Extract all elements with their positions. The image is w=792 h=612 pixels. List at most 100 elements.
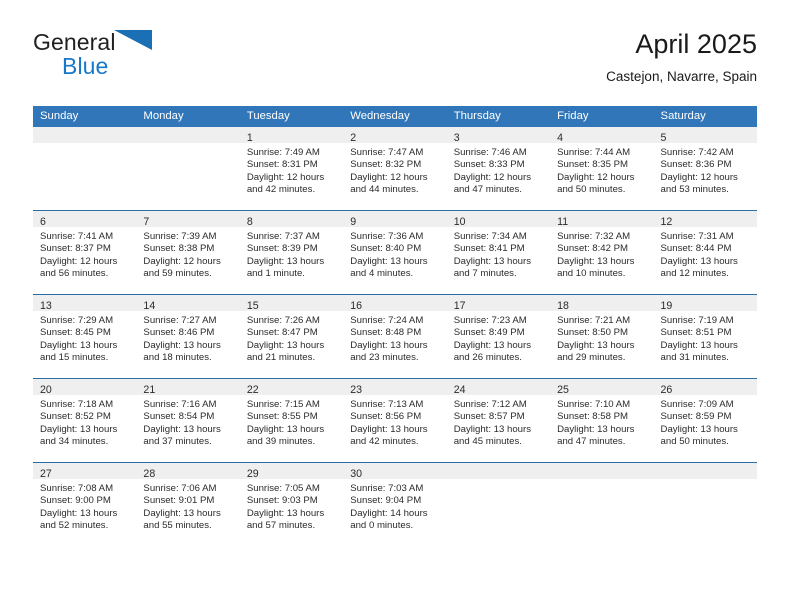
day-cell-inner: 12 Sunrise: 7:31 AM Sunset: 8:44 PM Dayligh… xyxy=(653,211,757,294)
sunset-text: Sunset: 8:59 PM xyxy=(660,411,732,423)
day-cell-inner xyxy=(653,463,757,546)
day-cell-details: Sunrise: 7:16 AM Sunset: 8:54 PM Daylight:… xyxy=(136,395,239,449)
sunrise-text: Sunrise: 7:13 AM xyxy=(350,399,424,410)
daylight-text-line2: and 59 minutes. xyxy=(143,268,212,280)
day-number-band: 12 xyxy=(653,211,757,228)
day-cell-details: Sunrise: 7:08 AM Sunset: 9:00 PM Daylight:… xyxy=(33,479,136,533)
day-number-band: 2 xyxy=(343,127,447,144)
calendar-day-cell[interactable]: 12 Sunrise: 7:31 AM Sunset: 8:44 PM Dayligh… xyxy=(653,210,757,295)
daylight-text-line2: and 4 minutes. xyxy=(350,268,414,280)
sunset-text: Sunset: 8:32 PM xyxy=(350,159,422,171)
day-cell-details: Sunrise: 7:10 AM Sunset: 8:58 PM Daylight:… xyxy=(550,395,653,449)
day-cell-inner: 3 Sunrise: 7:46 AM Sunset: 8:33 PM Daylight… xyxy=(446,127,551,210)
calendar-day-cell[interactable]: 10 Sunrise: 7:34 AM Sunset: 8:41 PM Dayligh… xyxy=(446,210,551,295)
page-header: General Blue April 2025 Castejon, Navarr… xyxy=(33,28,757,100)
sunset-text: Sunset: 8:36 PM xyxy=(660,159,732,171)
day-number: 22 xyxy=(246,384,259,396)
calendar-day-cell[interactable]: 21 Sunrise: 7:16 AM Sunset: 8:54 PM Dayligh… xyxy=(136,378,240,463)
calendar-day-cell[interactable]: 19 Sunrise: 7:19 AM Sunset: 8:51 PM Dayligh… xyxy=(653,294,757,379)
day-number: 4 xyxy=(557,132,564,144)
calendar-day-cell[interactable]: 25 Sunrise: 7:10 AM Sunset: 8:58 PM Dayligh… xyxy=(550,378,654,463)
calendar-day-cell[interactable]: 28 Sunrise: 7:06 AM Sunset: 9:01 PM Dayligh… xyxy=(136,462,240,546)
calendar-week-row: 1 Sunrise: 7:49 AM Sunset: 8:31 PM Daylight… xyxy=(33,127,757,211)
calendar-day-cell[interactable]: 14 Sunrise: 7:27 AM Sunset: 8:46 PM Dayligh… xyxy=(136,294,240,379)
daylight-text-line2: and 42 minutes. xyxy=(350,436,419,448)
calendar-day-cell[interactable]: 22 Sunrise: 7:15 AM Sunset: 8:55 PM Dayligh… xyxy=(239,378,344,463)
calendar-day-cell[interactable]: 29 Sunrise: 7:05 AM Sunset: 9:03 PM Dayligh… xyxy=(239,462,344,546)
calendar-day-cell[interactable]: 15 Sunrise: 7:26 AM Sunset: 8:47 PM Dayligh… xyxy=(239,294,344,379)
calendar-day-cell[interactable]: 7 Sunrise: 7:39 AM Sunset: 8:38 PM Daylight… xyxy=(136,210,240,295)
calendar-week-row: 27 Sunrise: 7:08 AM Sunset: 9:00 PM Dayligh… xyxy=(33,462,757,546)
calendar-day-cell[interactable]: 18 Sunrise: 7:21 AM Sunset: 8:50 PM Dayligh… xyxy=(550,294,654,379)
calendar-cell-empty xyxy=(446,462,551,546)
day-number: 25 xyxy=(557,384,569,396)
calendar-day-cell[interactable]: 2 Sunrise: 7:47 AM Sunset: 8:32 PM Daylight… xyxy=(343,127,447,211)
sunrise-text: Sunrise: 7:18 AM xyxy=(40,399,114,410)
daylight-text-line2: and 47 minutes. xyxy=(453,184,522,196)
sunset-text: Sunset: 8:54 PM xyxy=(143,411,215,423)
daylight-text-line2: and 10 minutes. xyxy=(557,268,626,280)
day-number-band: 1 xyxy=(239,127,344,144)
day-number: 28 xyxy=(143,468,156,480)
calendar-day-cell[interactable]: 24 Sunrise: 7:12 AM Sunset: 8:57 PM Dayligh… xyxy=(446,378,551,463)
calendar-day-cell[interactable]: 11 Sunrise: 7:32 AM Sunset: 8:42 PM Dayligh… xyxy=(550,210,654,295)
calendar-day-cell[interactable]: 17 Sunrise: 7:23 AM Sunset: 8:49 PM Dayligh… xyxy=(446,294,551,379)
calendar-day-cell[interactable]: 9 Sunrise: 7:36 AM Sunset: 8:40 PM Daylight… xyxy=(343,210,447,295)
sunrise-text: Sunrise: 7:27 AM xyxy=(143,315,217,326)
day-cell-inner: 2 Sunrise: 7:47 AM Sunset: 8:32 PM Daylight… xyxy=(343,127,447,210)
calendar-day-cell[interactable]: 26 Sunrise: 7:09 AM Sunset: 8:59 PM Dayligh… xyxy=(653,378,757,463)
day-number-band: 6 xyxy=(33,211,137,228)
sunrise-text: Sunrise: 7:23 AM xyxy=(453,315,527,326)
daylight-text-line1: Daylight: 13 hours xyxy=(40,339,118,351)
day-cell-details: Sunrise: 7:05 AM Sunset: 9:03 PM Daylight:… xyxy=(240,479,343,533)
weekday-header-friday: Friday xyxy=(550,106,654,127)
calendar-day-cell[interactable]: 23 Sunrise: 7:13 AM Sunset: 8:56 PM Dayligh… xyxy=(343,378,447,463)
day-cell-details: Sunrise: 7:03 AM Sunset: 9:04 PM Daylight:… xyxy=(343,479,446,533)
calendar-week-row: 20 Sunrise: 7:18 AM Sunset: 8:52 PM Dayligh… xyxy=(33,378,757,463)
calendar-day-cell[interactable]: 20 Sunrise: 7:18 AM Sunset: 8:52 PM Dayligh… xyxy=(33,378,137,463)
sunset-text: Sunset: 8:49 PM xyxy=(453,327,525,339)
day-cell-details: Sunrise: 7:39 AM Sunset: 8:38 PM Daylight:… xyxy=(136,227,239,281)
calendar-day-cell[interactable]: 4 Sunrise: 7:44 AM Sunset: 8:35 PM Daylight… xyxy=(550,127,654,211)
day-number: 19 xyxy=(660,300,673,312)
daylight-text-line1: Daylight: 12 hours xyxy=(660,171,738,183)
calendar-day-cell[interactable]: 3 Sunrise: 7:46 AM Sunset: 8:33 PM Daylight… xyxy=(446,127,551,211)
calendar-page: General Blue April 2025 Castejon, Navarr… xyxy=(0,0,792,612)
calendar-day-cell[interactable]: 8 Sunrise: 7:37 AM Sunset: 8:39 PM Daylight… xyxy=(239,210,344,295)
day-cell-inner: 6 Sunrise: 7:41 AM Sunset: 8:37 PM Daylight… xyxy=(33,211,137,294)
calendar-day-cell[interactable]: 30 Sunrise: 7:03 AM Sunset: 9:04 PM Dayligh… xyxy=(343,462,447,546)
brand-logo[interactable]: General Blue xyxy=(33,28,273,92)
daylight-text-line2: and 52 minutes. xyxy=(40,520,109,532)
calendar-day-cell[interactable]: 16 Sunrise: 7:24 AM Sunset: 8:48 PM Dayligh… xyxy=(343,294,447,379)
day-number: 18 xyxy=(557,300,569,312)
day-cell-inner: 13 Sunrise: 7:29 AM Sunset: 8:45 PM Dayligh… xyxy=(33,295,137,378)
day-number-band xyxy=(136,127,240,143)
page-subtitle: Castejon, Navarre, Spain xyxy=(606,69,757,84)
day-cell-inner: 29 Sunrise: 7:05 AM Sunset: 9:03 PM Dayligh… xyxy=(239,463,344,546)
day-cell-inner: 27 Sunrise: 7:08 AM Sunset: 9:00 PM Dayligh… xyxy=(33,463,137,546)
sunrise-text: Sunrise: 7:41 AM xyxy=(40,231,114,242)
day-number: 11 xyxy=(557,216,569,228)
daylight-text-line2: and 53 minutes. xyxy=(660,184,729,196)
day-number-band: 30 xyxy=(343,463,447,480)
day-cell-inner: 7 Sunrise: 7:39 AM Sunset: 8:38 PM Daylight… xyxy=(136,211,240,294)
daylight-text-line1: Daylight: 13 hours xyxy=(660,339,738,351)
daylight-text-line1: Daylight: 13 hours xyxy=(40,507,118,519)
daylight-text-line1: Daylight: 13 hours xyxy=(660,255,738,267)
sunset-text: Sunset: 8:33 PM xyxy=(453,159,525,171)
calendar-day-cell[interactable]: 1 Sunrise: 7:49 AM Sunset: 8:31 PM Daylight… xyxy=(239,127,344,211)
day-number-band xyxy=(33,127,137,143)
day-cell-details: Sunrise: 7:23 AM Sunset: 8:49 PM Daylight:… xyxy=(447,311,550,365)
daylight-text-line2: and 44 minutes. xyxy=(350,184,419,196)
sunrise-text: Sunrise: 7:42 AM xyxy=(660,147,734,158)
calendar-day-cell[interactable]: 6 Sunrise: 7:41 AM Sunset: 8:37 PM Daylight… xyxy=(33,210,137,295)
calendar-day-cell[interactable]: 27 Sunrise: 7:08 AM Sunset: 9:00 PM Dayligh… xyxy=(33,462,137,546)
page-title: April 2025 xyxy=(635,29,757,59)
day-number: 21 xyxy=(143,384,156,396)
day-cell-inner: 20 Sunrise: 7:18 AM Sunset: 8:52 PM Dayligh… xyxy=(33,379,137,462)
day-number: 3 xyxy=(453,132,460,144)
sunrise-text: Sunrise: 7:47 AM xyxy=(350,147,424,158)
calendar-day-cell[interactable]: 5 Sunrise: 7:42 AM Sunset: 8:36 PM Daylight… xyxy=(653,127,757,211)
calendar-day-cell[interactable]: 13 Sunrise: 7:29 AM Sunset: 8:45 PM Dayligh… xyxy=(33,294,137,379)
sunset-text: Sunset: 8:51 PM xyxy=(660,327,732,339)
